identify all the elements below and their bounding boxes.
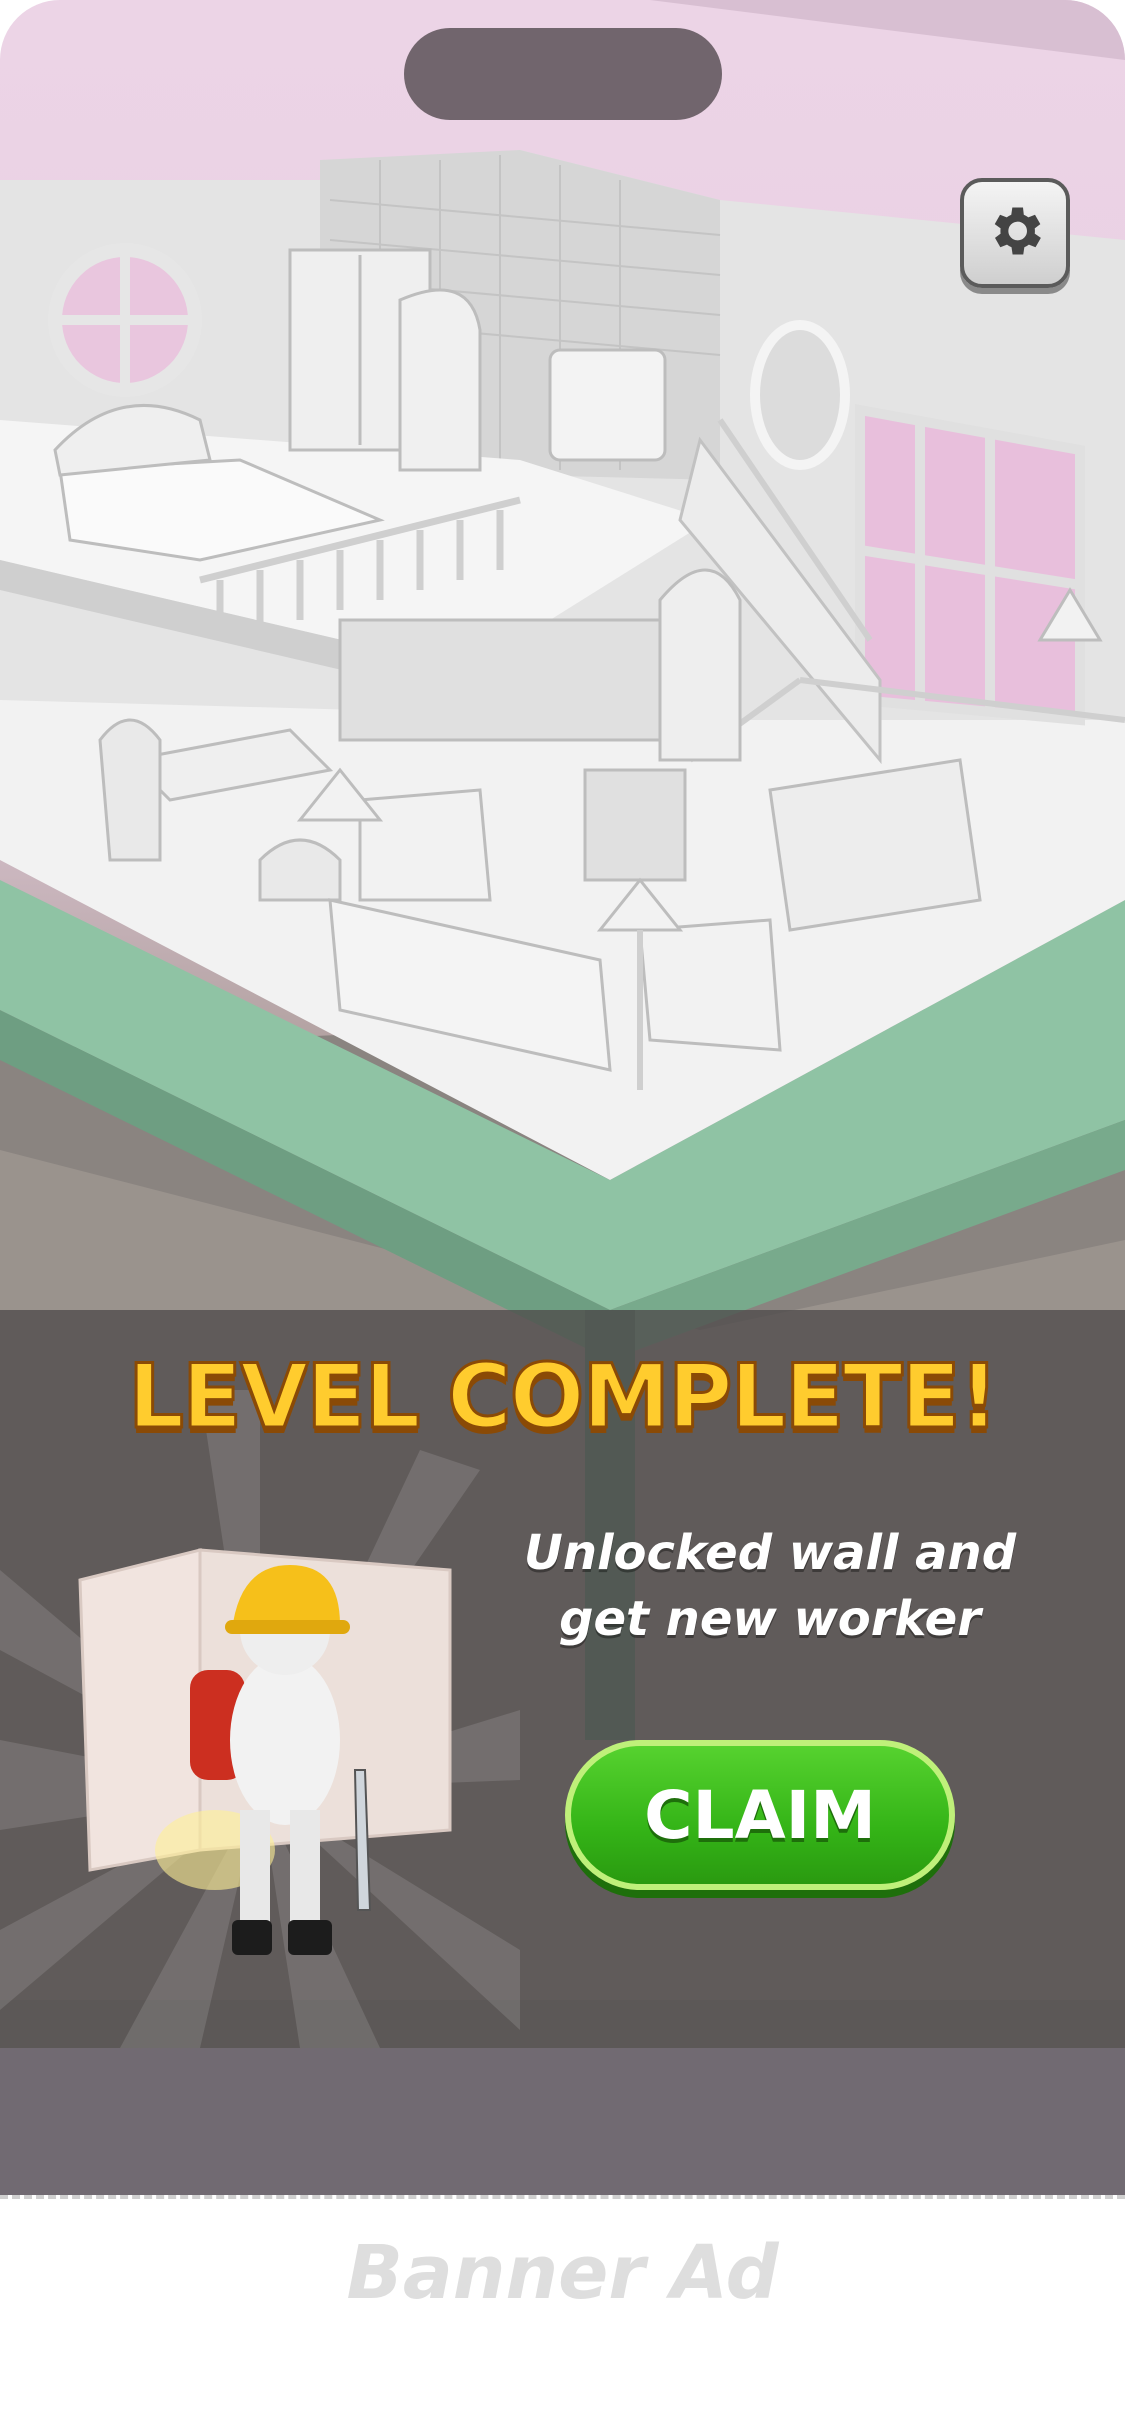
reward-message-line: get new worker bbox=[559, 1591, 981, 1647]
level-complete-title: LEVEL COMPLETE! bbox=[126, 1344, 1000, 1450]
reward-message-line: Unlocked wall and bbox=[523, 1525, 1017, 1581]
gear-icon bbox=[983, 199, 1047, 267]
settings-button[interactable] bbox=[960, 178, 1070, 288]
status-notch bbox=[404, 28, 722, 120]
reward-message: Unlocked wall and get new worker bbox=[510, 1520, 1030, 1652]
game-scene: LEVEL COMPLETE! Unlocked wall and get ne… bbox=[0, 0, 1125, 2195]
banner-ad-label: Banner Ad bbox=[346, 2230, 779, 2316]
bottom-strip bbox=[0, 2048, 1125, 2195]
claim-button[interactable]: CLAIM bbox=[565, 1740, 955, 1890]
